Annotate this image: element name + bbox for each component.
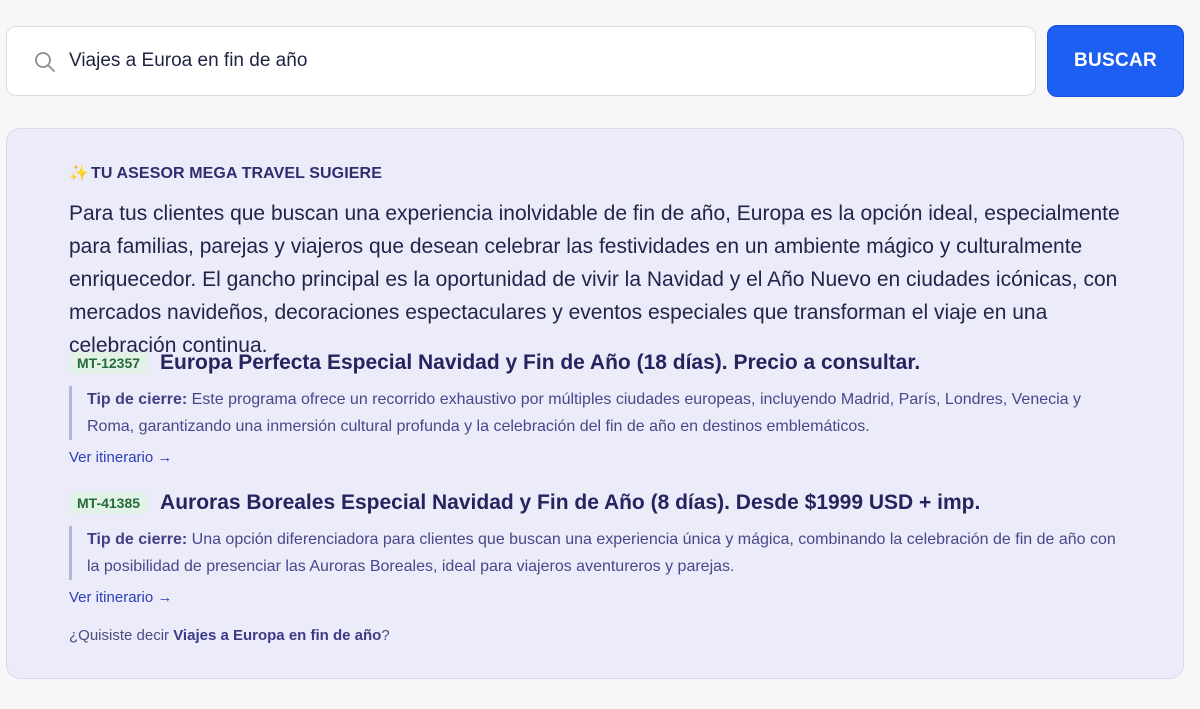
view-itinerary-link[interactable]: Ver itinerario → [69,589,172,606]
did-you-mean-prefix: ¿Quisiste decir [69,627,174,644]
tip-text: Este programa ofrece un recorrido exhaus… [87,391,1082,435]
result-item: MT-41385 Auroras Boreales Especial Navid… [69,487,1139,607]
result-header: MT-12357 Europa Perfecta Especial Navida… [69,347,1139,379]
result-item: MT-12357 Europa Perfecta Especial Navida… [69,347,1139,467]
search-input[interactable] [69,27,1019,95]
result-header: MT-41385 Auroras Boreales Especial Navid… [69,487,1139,519]
advisor-label: ✨ TU ASESOR MEGA TRAVEL SUGIERE [69,163,382,183]
tip-label: Tip de cierre: [87,531,188,548]
advisor-label-text: TU ASESOR MEGA TRAVEL SUGIERE [91,165,382,182]
did-you-mean-link[interactable]: Viajes a Europa en fin de año [173,627,381,644]
result-title: Auroras Boreales Especial Navidad y Fin … [160,491,981,514]
result-title: Europa Perfecta Especial Navidad y Fin d… [160,351,921,374]
advisor-panel: ✨ TU ASESOR MEGA TRAVEL SUGIERE Para tus … [6,128,1184,679]
tip-label: Tip de cierre: [87,391,188,408]
tip-text: Una opción diferenciadora para clientes … [87,531,1116,575]
search-button[interactable]: BUSCAR [1047,25,1184,97]
product-code-badge: MT-41385 [69,492,149,514]
did-you-mean-suffix: ? [381,627,390,644]
closing-tip: Tip de cierre: Una opción diferenciadora… [69,526,1127,580]
sparkle-icon: ✨ [69,165,90,182]
search-bar[interactable] [6,26,1036,96]
advisor-intro: Para tus clientes que buscan una experie… [69,202,1120,357]
did-you-mean: ¿Quisiste decir Viajes a Europa en fin d… [69,627,390,644]
closing-tip: Tip de cierre: Este programa ofrece un r… [69,386,1127,440]
view-itinerary-link[interactable]: Ver itinerario → [69,449,172,466]
product-code-badge: MT-12357 [69,352,149,374]
search-icon [34,51,56,73]
